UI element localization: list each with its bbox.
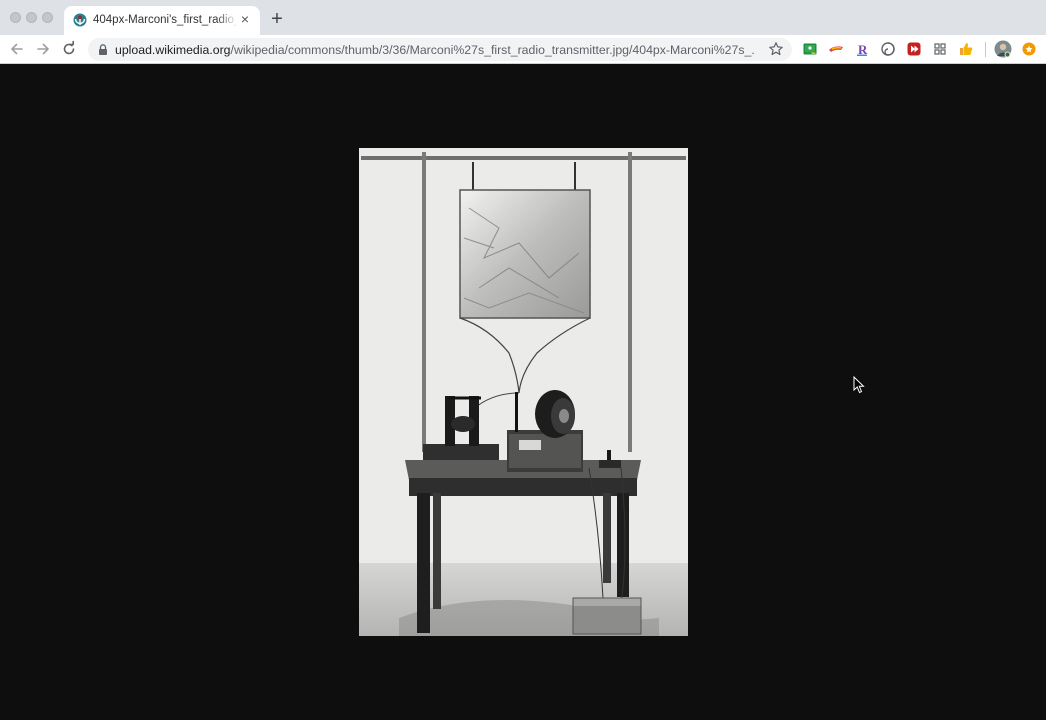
forward-arrow-icon[interactable] <box>34 40 52 58</box>
close-window-button[interactable] <box>10 12 21 23</box>
back-arrow-icon[interactable] <box>8 40 26 58</box>
red-play-extension-icon[interactable] <box>906 41 922 57</box>
r-extension-icon[interactable]: R <box>854 41 870 57</box>
url-path: /wikipedia/commons/thumb/3/36/Marconi%27… <box>230 43 755 57</box>
tab-strip: 404px-Marconi's_first_radio_transmitter.… <box>0 0 1046 35</box>
star-icon[interactable] <box>768 41 784 57</box>
thumbs-up-icon[interactable] <box>958 41 974 57</box>
orange-badge-icon[interactable] <box>1021 41 1037 57</box>
active-tab[interactable]: 404px-Marconi's_first_radio_transmitter.… <box>64 6 260 35</box>
image-viewer <box>0 64 1046 720</box>
new-tab-button[interactable]: + <box>268 9 286 29</box>
tab-title: 404px-Marconi's_first_radio_transmitter.… <box>93 14 238 26</box>
url-text[interactable]: upload.wikimedia.org/wikipedia/commons/t… <box>115 43 755 57</box>
address-bar[interactable]: upload.wikimedia.org/wikipedia/commons/t… <box>88 38 792 61</box>
avatar[interactable] <box>994 40 1012 58</box>
reload-icon[interactable] <box>60 40 78 58</box>
grid-extension-icon[interactable] <box>932 41 948 57</box>
browser-window: 404px-Marconi's_first_radio_transmitter.… <box>0 0 1046 720</box>
url-host: upload.wikimedia.org <box>115 43 231 57</box>
minimize-window-button[interactable] <box>26 12 37 23</box>
toolbar-divider <box>985 42 986 57</box>
wikimedia-favicon <box>73 13 87 27</box>
browser-toolbar: upload.wikimedia.org/wikipedia/commons/t… <box>0 35 1046 64</box>
marconi-transmitter-photo[interactable] <box>359 148 688 636</box>
mouse-cursor-icon <box>853 376 865 394</box>
spiral-extension-icon[interactable] <box>880 41 896 57</box>
tab-close-icon[interactable]: × <box>238 12 252 26</box>
google-classroom-icon[interactable] <box>802 41 818 57</box>
extension-red-icon[interactable] <box>828 41 844 57</box>
zoom-window-button[interactable] <box>42 12 53 23</box>
lock-icon[interactable] <box>98 44 108 55</box>
